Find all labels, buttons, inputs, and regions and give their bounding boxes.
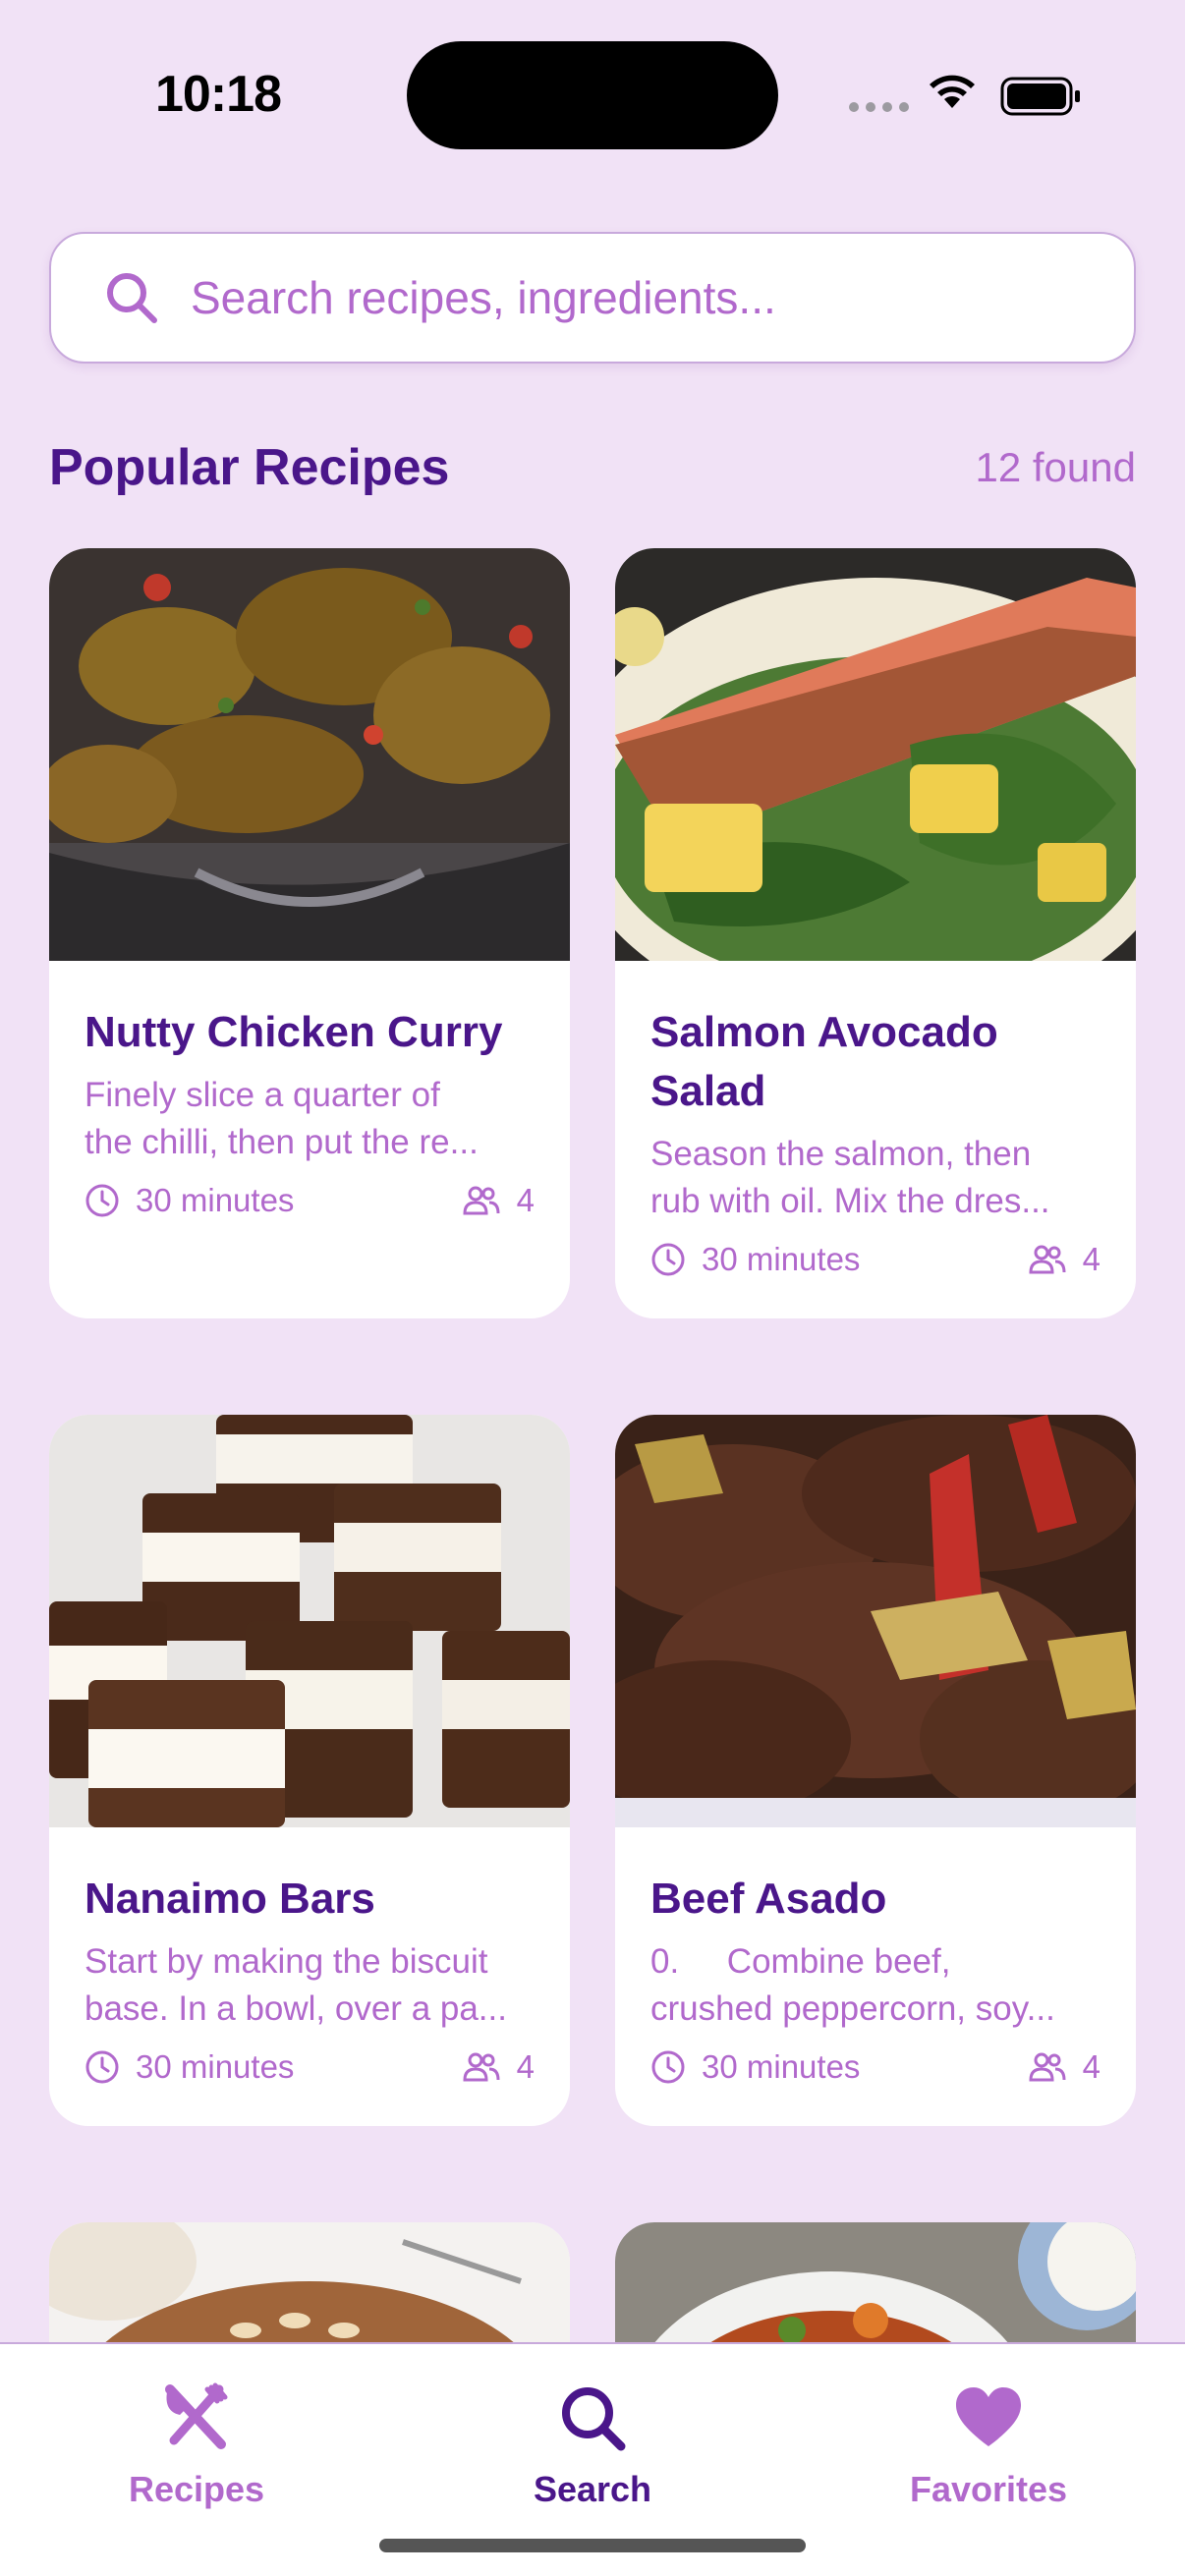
search-icon bbox=[562, 2387, 626, 2451]
recipe-card[interactable]: Nanaimo Bars Start by making the biscuit… bbox=[49, 1415, 570, 2126]
people-icon bbox=[463, 2052, 500, 2082]
recipe-card[interactable]: Beef Asado 0. Combine beef, crushed peppe… bbox=[615, 1415, 1136, 2126]
recipe-time: 30 minutes bbox=[136, 1182, 295, 1218]
clock-icon bbox=[85, 2050, 119, 2084]
tab-favorites[interactable]: Favorites bbox=[861, 2381, 1116, 2510]
clock-icon bbox=[651, 2050, 685, 2084]
recipe-image bbox=[615, 1415, 1136, 1827]
recipe-title: Nutty Chicken Curry bbox=[85, 1008, 503, 1056]
search-input[interactable] bbox=[191, 271, 1075, 324]
section-title: Popular Recipes bbox=[49, 439, 450, 496]
recipe-image bbox=[615, 548, 1136, 1030]
battery-icon bbox=[1000, 77, 1080, 116]
recipe-image bbox=[49, 548, 570, 961]
recipe-description: Start by making the biscuit base. In a bo… bbox=[85, 1942, 507, 2028]
people-icon bbox=[1029, 2052, 1066, 2082]
clock-icon bbox=[651, 1243, 685, 1276]
tab-label: Recipes bbox=[128, 2469, 265, 2509]
recipe-image bbox=[49, 1415, 570, 1827]
people-icon bbox=[1029, 1245, 1066, 1274]
home-indicator bbox=[379, 2539, 806, 2552]
tab-label: Favorites bbox=[909, 2469, 1068, 2509]
result-count: 12 found bbox=[975, 444, 1137, 490]
recipe-servings: 4 bbox=[1082, 2048, 1100, 2085]
recipe-time: 30 minutes bbox=[702, 1241, 861, 1277]
recipe-title: Salmon Avocado Salad bbox=[650, 1008, 998, 1115]
recipe-title: Beef Asado bbox=[650, 1875, 887, 1923]
recipe-description: Finely slice a quarter of the chilli, the… bbox=[85, 1076, 479, 1161]
recipe-servings: 4 bbox=[516, 1182, 535, 1218]
recipe-card[interactable]: Nutty Chicken Curry Finely slice a quart… bbox=[49, 548, 570, 1318]
wifi-icon bbox=[930, 75, 975, 108]
recipe-description: Season the salmon, then rub with oil. Mix… bbox=[650, 1135, 1050, 1220]
recipe-description: 0. Combine beef, crushed peppercorn, soy.… bbox=[650, 1942, 1055, 2028]
recipe-card[interactable]: Salmon Avocado Salad Season the salmon, … bbox=[615, 548, 1136, 1318]
recipe-time: 30 minutes bbox=[136, 2048, 295, 2085]
search-icon bbox=[107, 273, 157, 323]
recipe-servings: 4 bbox=[1082, 1241, 1100, 1277]
heart-icon bbox=[956, 2387, 1021, 2446]
people-icon bbox=[463, 1186, 500, 1215]
tab-recipes[interactable]: Recipes bbox=[69, 2381, 324, 2510]
status-time: 10:18 bbox=[155, 66, 282, 123]
recipe-time: 30 minutes bbox=[702, 2048, 861, 2085]
tab-label: Search bbox=[533, 2469, 652, 2509]
clock-icon bbox=[85, 1184, 119, 1217]
search-bar[interactable] bbox=[49, 232, 1136, 364]
tab-search[interactable]: Search bbox=[465, 2381, 720, 2510]
recipe-servings: 4 bbox=[516, 2048, 535, 2085]
fork-knife-icon bbox=[165, 2382, 228, 2449]
recipe-title: Nanaimo Bars bbox=[85, 1875, 375, 1923]
dynamic-island bbox=[407, 41, 778, 149]
signal-icon bbox=[849, 102, 909, 112]
